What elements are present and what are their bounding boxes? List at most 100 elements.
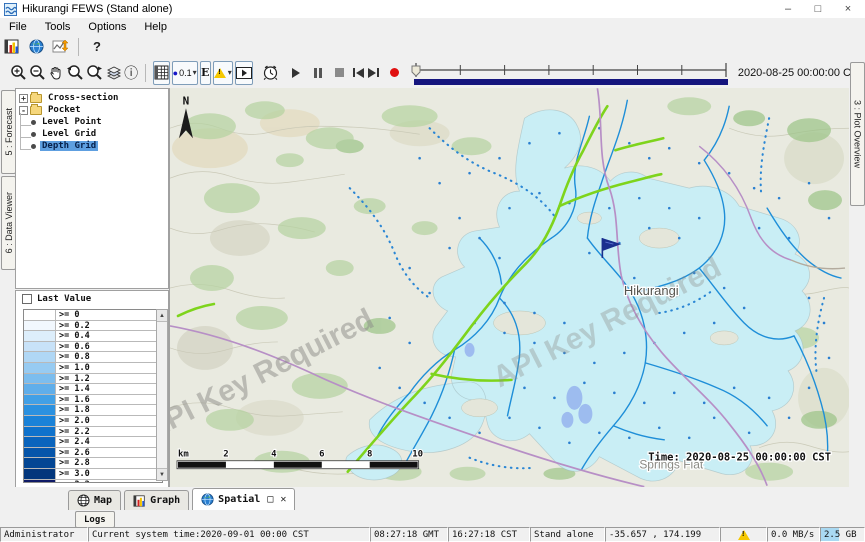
menu-file[interactable]: File — [0, 21, 36, 33]
time-slider-track — [410, 60, 732, 86]
map-globe-icon — [77, 494, 90, 507]
svg-text:2: 2 — [223, 450, 228, 460]
legend-swatch — [24, 416, 56, 426]
chart-arrow-icon — [52, 39, 69, 54]
play-button[interactable] — [290, 62, 303, 84]
legend-swatch — [24, 331, 56, 341]
menu-bar: File Tools Options Help — [0, 18, 865, 37]
legend-swatch — [24, 374, 56, 384]
stop-icon — [335, 68, 344, 77]
workspace: 5 : Forecast 6 : Data Viewer + Cross-sec… — [0, 88, 865, 487]
legend-swatch — [24, 405, 56, 415]
skip-to-end-button[interactable] — [367, 62, 380, 84]
menu-tools[interactable]: Tools — [36, 21, 80, 33]
zoom-previous-button[interactable] — [66, 62, 84, 84]
timeseries-button[interactable] — [49, 36, 71, 58]
tab-spatial[interactable]: Spatial □ ✕ — [192, 488, 295, 510]
tree-connector — [20, 137, 31, 150]
status-bar: Administrator Current system time:2020-0… — [0, 527, 865, 542]
legend-toggle-button[interactable]: E — [200, 61, 211, 85]
class-interval-dropdown[interactable]: ●0.1▾ — [172, 61, 198, 85]
animation-export-button[interactable] — [235, 61, 253, 85]
window-title: Hikurangi FEWS (Stand alone) — [22, 3, 172, 15]
legend-row: >= 2.6 — [24, 448, 162, 459]
status-gmt-time: 08:27:18 GMT — [370, 527, 448, 542]
grid-display-button[interactable] — [153, 61, 170, 85]
warning-icon — [738, 530, 750, 540]
zoom-in-button[interactable] — [10, 62, 27, 84]
tab-forecast[interactable]: 5 : Forecast — [1, 90, 16, 174]
tab-graph[interactable]: Graph — [124, 490, 189, 510]
spatial-display-button[interactable] — [25, 36, 47, 58]
svg-text:km: km — [178, 450, 189, 460]
menu-options[interactable]: Options — [79, 21, 135, 33]
tree-item-depth-grid[interactable]: Depth Grid — [16, 140, 168, 152]
globe-icon — [29, 39, 44, 54]
tab-data-viewer[interactable]: 6 : Data Viewer — [1, 176, 16, 270]
status-mode: Stand alone — [530, 527, 605, 542]
close-tab-icon[interactable]: ✕ — [280, 494, 286, 505]
skip-to-start-button[interactable] — [352, 62, 365, 84]
status-local-time: 16:27:18 CST — [448, 527, 530, 542]
legend-swatch — [24, 363, 56, 373]
scroll-down-icon[interactable]: ▼ — [157, 468, 167, 480]
chevron-down-icon: ▾ — [193, 68, 197, 77]
status-network-rate: 0.0 MB/s — [767, 527, 820, 542]
zoom-previous-icon — [66, 64, 84, 81]
pan-hand-icon — [48, 65, 64, 81]
pause-icon — [314, 68, 322, 78]
legend-scrollbar[interactable]: ▲ ▼ — [156, 309, 168, 481]
time-slider[interactable] — [410, 60, 732, 86]
bullet-icon — [31, 144, 36, 149]
tree-item-pocket[interactable]: - Pocket — [16, 104, 168, 116]
status-memory: 2.5 GB — [820, 527, 865, 542]
legend-swatch — [24, 342, 56, 352]
tree-item-level-point[interactable]: Level Point — [16, 116, 168, 128]
bar-chart-icon — [4, 39, 20, 54]
zoom-out-button[interactable] — [29, 62, 46, 84]
tab-map[interactable]: Map — [68, 490, 121, 510]
record-icon — [390, 68, 399, 77]
folder-icon — [30, 106, 42, 115]
maximize-tab-icon[interactable]: □ — [267, 494, 273, 505]
thresholds-dropdown[interactable]: ▾ — [213, 61, 233, 85]
timer-clock-icon — [262, 64, 279, 81]
maximize-button[interactable]: □ — [803, 0, 833, 17]
menu-help[interactable]: Help — [135, 21, 176, 33]
layers-button[interactable] — [106, 62, 122, 84]
tab-plot-overview[interactable]: 3 : Plot Overview — [850, 62, 865, 206]
info-button[interactable]: ⓘ — [124, 62, 138, 84]
map-canvas: API Key Required API Key Required Hikura… — [170, 88, 849, 487]
svg-text:N: N — [183, 94, 190, 107]
legend-toggle-icon: E — [201, 66, 209, 79]
logs-button[interactable]: Logs — [75, 511, 115, 528]
pause-button[interactable] — [311, 62, 324, 84]
scroll-up-icon[interactable]: ▲ — [157, 310, 167, 322]
minimize-button[interactable]: – — [773, 0, 803, 17]
stop-button[interactable] — [333, 62, 346, 84]
reports-button[interactable] — [1, 36, 23, 58]
last-value-checkbox[interactable] — [22, 294, 32, 304]
expand-icon[interactable]: + — [19, 94, 28, 103]
legend-swatch — [24, 310, 56, 320]
zoom-next-button[interactable] — [86, 62, 104, 84]
filter-tree: + Cross-section - Pocket Level Point Lev… — [15, 88, 169, 289]
legend-row: >= 1.8 — [24, 405, 162, 416]
tree-item-cross-section[interactable]: + Cross-section — [16, 92, 168, 104]
close-button[interactable]: × — [833, 0, 863, 17]
svg-text:6: 6 — [319, 450, 324, 460]
map-view[interactable]: API Key Required API Key Required Hikura… — [169, 88, 849, 487]
legend-swatch — [24, 469, 56, 479]
help-icon: ? — [93, 39, 101, 54]
app-logo-icon — [4, 3, 17, 16]
status-warning[interactable] — [720, 527, 767, 542]
legend-row: >= 2.2 — [24, 427, 162, 438]
legend-row: >= 0 — [24, 310, 162, 321]
animation-timer-button[interactable] — [262, 62, 279, 84]
tree-item-level-grid[interactable]: Level Grid — [16, 128, 168, 140]
pan-button[interactable] — [48, 62, 64, 84]
movie-play-icon — [236, 67, 252, 79]
record-button[interactable] — [388, 62, 401, 84]
zoom-next-icon — [86, 64, 104, 81]
help-button[interactable]: ? — [86, 36, 108, 58]
